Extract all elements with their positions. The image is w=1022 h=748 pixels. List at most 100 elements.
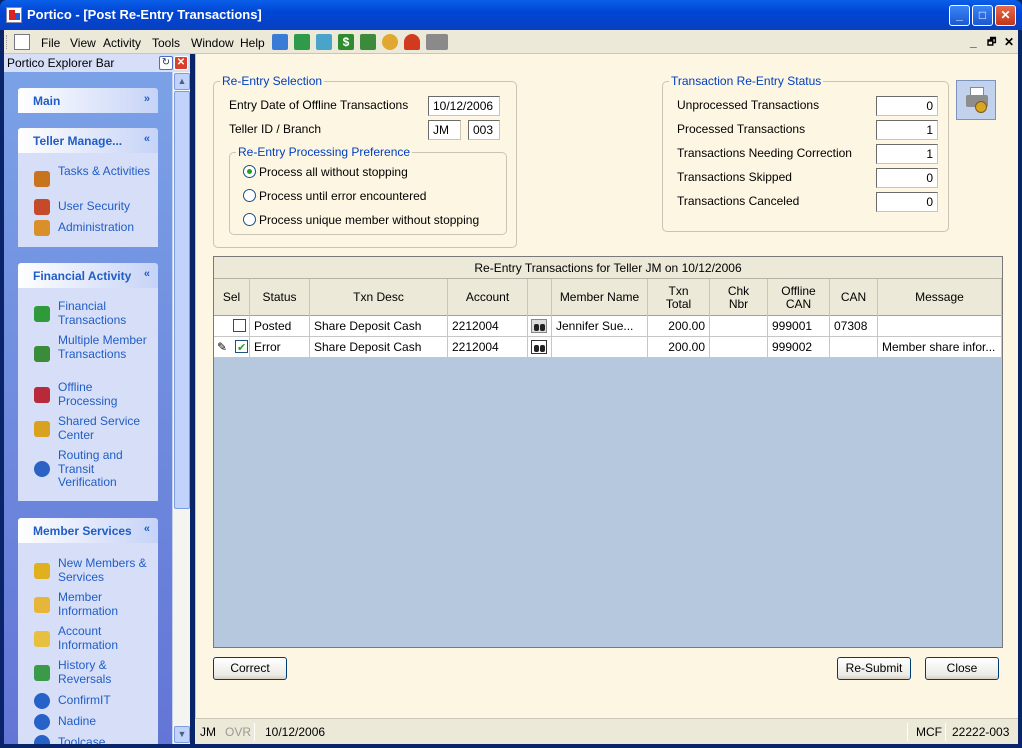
- menu-view[interactable]: View: [70, 36, 96, 50]
- col-can[interactable]: CAN: [830, 279, 878, 316]
- teller-id-field[interactable]: JM: [428, 120, 461, 140]
- cell-txn-total: 200.00: [648, 316, 710, 337]
- menu-help[interactable]: Help: [240, 36, 265, 50]
- chevron-up-icon[interactable]: «: [144, 133, 150, 145]
- col-chk-nbr[interactable]: Chk Nbr: [710, 279, 768, 316]
- status-mcf: MCF: [916, 725, 942, 739]
- col-txn-desc[interactable]: Txn Desc: [310, 279, 448, 316]
- cell-member-name: [552, 337, 648, 358]
- nav-routing-transit[interactable]: Routing and Transit Verification: [18, 448, 158, 490]
- bag-icon[interactable]: [382, 34, 398, 50]
- correct-button[interactable]: Correct: [213, 657, 287, 680]
- section-member-header[interactable]: Member Services «: [18, 518, 158, 543]
- cell-lookup[interactable]: [528, 316, 552, 337]
- resubmit-button[interactable]: Re-Submit: [837, 657, 911, 680]
- branch-field[interactable]: 003: [468, 120, 500, 140]
- menu-window[interactable]: Window: [191, 36, 234, 50]
- col-lookup[interactable]: [528, 279, 552, 316]
- row-checkbox[interactable]: [235, 338, 248, 357]
- globe-icon: [34, 714, 50, 730]
- teller-branch-label: Teller ID / Branch: [229, 122, 322, 136]
- redo-icon[interactable]: [404, 34, 420, 50]
- mdi-minimize-button[interactable]: _: [970, 35, 977, 49]
- nav-toolcase[interactable]: Toolcase: [18, 735, 158, 744]
- menu-activity[interactable]: Activity: [103, 36, 141, 50]
- section-main-header[interactable]: Main »: [18, 88, 158, 113]
- status-label: Transactions Canceled: [677, 194, 800, 208]
- dollar-icon[interactable]: $: [338, 34, 354, 50]
- row-select-cell[interactable]: [214, 316, 250, 337]
- col-status[interactable]: Status: [250, 279, 310, 316]
- close-explorer-icon[interactable]: ✕: [174, 56, 188, 70]
- portico-app-icon[interactable]: [6, 7, 22, 23]
- row-checkbox[interactable]: [233, 319, 246, 332]
- maximize-button[interactable]: □: [972, 5, 993, 26]
- mdi-restore-button[interactable]: 🗗: [987, 35, 996, 52]
- nav-user-security[interactable]: User Security: [18, 199, 158, 215]
- entry-date-field[interactable]: 10/12/2006: [428, 96, 500, 116]
- mdi-close-button[interactable]: ✕: [1004, 35, 1014, 49]
- nav-financial-transactions[interactable]: Financial Transactions: [18, 299, 158, 328]
- menu-bar: File View Activity Tools Window Help $ _…: [4, 30, 1018, 54]
- col-account[interactable]: Account: [448, 279, 528, 316]
- transfer-icon[interactable]: [294, 34, 310, 50]
- nav-confirmit[interactable]: ConfirmIT: [18, 693, 158, 709]
- nav-multiple-member[interactable]: Multiple Member Transactions: [18, 333, 158, 375]
- col-txn-total[interactable]: Txn Total: [648, 279, 710, 316]
- toolbar-grip[interactable]: [6, 35, 9, 49]
- col-sel[interactable]: Sel: [214, 279, 250, 316]
- section-teller-header[interactable]: Teller Manage... «: [18, 128, 158, 153]
- scroll-up-icon[interactable]: ▲: [174, 73, 190, 90]
- print-report-button[interactable]: [956, 80, 996, 120]
- close-window-button[interactable]: ✕: [995, 5, 1016, 26]
- binoculars-icon[interactable]: [531, 340, 547, 354]
- printer-icon[interactable]: [426, 34, 448, 50]
- menu-tools[interactable]: Tools: [152, 36, 180, 50]
- section-financial-header[interactable]: Financial Activity «: [18, 263, 158, 288]
- document-menu-icon[interactable]: [14, 34, 30, 50]
- col-member-name[interactable]: Member Name: [552, 279, 648, 316]
- nav-administration[interactable]: Administration: [18, 220, 158, 236]
- nav-new-members[interactable]: New Members & Services: [18, 556, 158, 585]
- explorer-pane: Main » Teller Manage... « Tasks & Activi…: [4, 72, 172, 744]
- col-offline-can[interactable]: Offline CAN: [768, 279, 830, 316]
- radio-label[interactable]: Process unique member without stopping: [259, 213, 479, 227]
- scroll-down-icon[interactable]: ▼: [174, 726, 190, 743]
- cell-lookup[interactable]: [528, 337, 552, 358]
- pin-icon[interactable]: ↻: [159, 56, 173, 70]
- radio-label[interactable]: Process until error encountered: [259, 189, 426, 203]
- canceled-count: 0: [876, 192, 938, 212]
- radio-process-all[interactable]: [243, 165, 256, 178]
- chevron-down-icon[interactable]: »: [144, 93, 150, 105]
- menu-file[interactable]: File: [41, 36, 60, 50]
- status-separator: [254, 723, 255, 741]
- binoculars-icon[interactable]: [531, 319, 547, 333]
- nav-tasks-activities[interactable]: Tasks & Activities: [18, 164, 158, 193]
- cash-icon[interactable]: [360, 34, 376, 50]
- radio-process-unique-member[interactable]: [243, 213, 256, 226]
- chevron-up-icon[interactable]: «: [144, 523, 150, 535]
- table-row[interactable]: Posted Share Deposit Cash 2212004 Jennif…: [214, 316, 1002, 337]
- nav-member-information[interactable]: Member Information: [18, 590, 158, 619]
- members-icon[interactable]: [272, 34, 288, 50]
- nav-shared-service[interactable]: Shared Service Center: [18, 414, 158, 443]
- radio-process-until-error[interactable]: [243, 189, 256, 202]
- nav-offline-processing[interactable]: Offline Processing: [18, 380, 158, 409]
- explorer-scrollbar[interactable]: ▲ ▼: [172, 72, 190, 744]
- table-row[interactable]: ✎ Error Share Deposit Cash 2212004 200.0…: [214, 337, 1002, 358]
- group-legend: Transaction Re-Entry Status: [671, 74, 822, 88]
- nav-nadine[interactable]: Nadine: [18, 714, 158, 730]
- card-icon[interactable]: [316, 34, 332, 50]
- status-separator: [945, 723, 946, 741]
- nav-label: Tasks & Activities: [58, 164, 151, 178]
- minimize-button[interactable]: _: [949, 5, 970, 26]
- coin-icon: [975, 101, 987, 113]
- radio-label[interactable]: Process all without stopping: [259, 165, 408, 179]
- col-message[interactable]: Message: [878, 279, 1002, 316]
- nav-account-information[interactable]: Account Information: [18, 624, 158, 653]
- row-select-cell[interactable]: ✎: [214, 337, 250, 358]
- scroll-thumb[interactable]: [174, 91, 190, 509]
- chevron-up-icon[interactable]: «: [144, 268, 150, 280]
- nav-history-reversals[interactable]: History & Reversals: [18, 658, 158, 687]
- close-button[interactable]: Close: [925, 657, 999, 680]
